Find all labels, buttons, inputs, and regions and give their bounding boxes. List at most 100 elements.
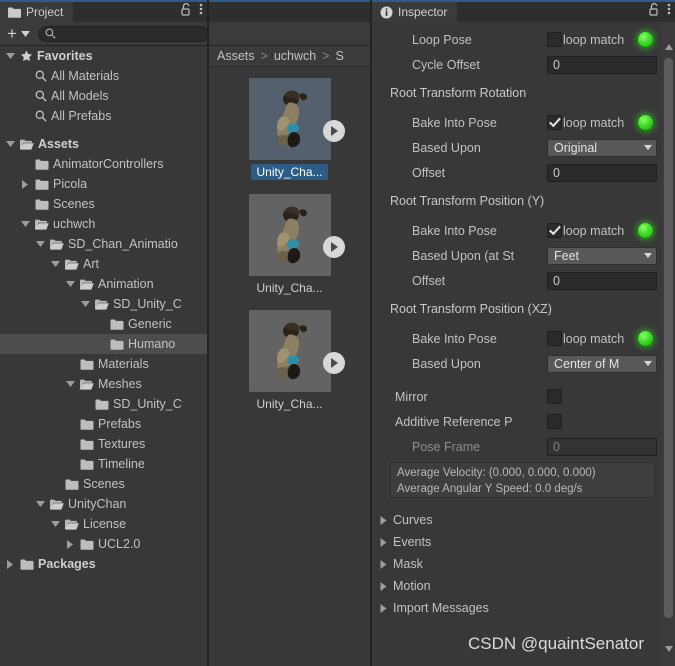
cycle-offset-label: Cycle Offset [412,57,480,72]
tree-item-unitychan[interactable]: UnityChan [0,494,207,514]
field-mirror: Mirror [372,384,675,409]
tree-item-assets[interactable]: Assets [0,134,207,154]
tab-inspector[interactable]: Inspector [372,2,458,22]
tree-item-scenes[interactable]: Scenes [0,474,207,494]
tree-item-favorites[interactable]: Favorites [0,46,207,66]
chevron-down-icon [20,30,30,37]
loop-pose-checkbox[interactable] [547,32,562,47]
asset-item[interactable]: Unity_Cha... [209,78,370,180]
posxz-bake-checkbox[interactable] [547,331,562,346]
asset-item[interactable]: Unity_Cha... [209,310,370,412]
rot-bake-checkbox[interactable] [547,115,562,130]
project-tabstrip: Project [0,0,207,22]
kebab-menu-icon[interactable] [667,2,671,16]
play-icon[interactable] [322,236,345,258]
tree-item-picola[interactable]: Picola [0,174,207,194]
chevron-down-icon[interactable] [19,221,31,227]
pose-frame-input[interactable]: 0 [547,437,657,456]
tree-item-sd-chan-animatio[interactable]: SD_Chan_Animatio [0,234,207,254]
animation-stats-box: Average Velocity: (0.000, 0.000, 0.000) … [390,462,655,498]
tree-item-all-models[interactable]: All Models [0,86,207,106]
foldout-motion[interactable]: Motion [372,575,675,597]
breadcrumb[interactable]: Assets > uchwch > S [209,46,370,67]
play-icon[interactable] [322,120,345,142]
breadcrumb-item[interactable]: uchwch [274,49,316,63]
asset-thumbnail-wrap[interactable] [248,310,345,392]
breadcrumb-item[interactable]: Assets [217,49,255,63]
tree-item-materials[interactable]: Materials [0,354,207,374]
create-asset-dropdown[interactable] [19,25,34,43]
tree-item-all-prefabs[interactable]: All Prefabs [0,106,207,126]
lock-open-icon[interactable] [649,2,660,16]
asset-browser-toolbar-strip [209,22,370,46]
asset-thumbnail[interactable] [248,310,331,392]
tree-item-humano[interactable]: Humano [0,334,207,354]
asset-grid[interactable]: Unity_Cha... Unity_Cha... Unity_Cha... [209,67,370,666]
asset-thumbnail-wrap[interactable] [248,78,345,160]
scroll-up-arrow-icon[interactable] [665,44,673,50]
rot-based-upon-value: Original [554,140,598,155]
foldout-import-messages[interactable]: Import Messages [372,597,675,619]
mirror-checkbox[interactable] [547,389,562,404]
chevron-down-icon[interactable] [64,381,76,387]
tree-item-sd-unity-c[interactable]: SD_Unity_C [0,294,207,314]
tree-item-animation[interactable]: Animation [0,274,207,294]
chevron-down-icon[interactable] [79,301,91,307]
chevron-right-icon[interactable] [64,539,76,549]
posy-based-upon-dropdown[interactable]: Feet [547,246,657,265]
posxz-based-upon-dropdown[interactable]: Center of M [547,354,657,373]
project-tree[interactable]: Favorites All Materials All Models All Pref… [0,46,207,666]
asset-thumbnail-wrap[interactable] [248,194,345,276]
tree-item-prefabs[interactable]: Prefabs [0,414,207,434]
tab-project[interactable]: Project [0,2,74,22]
tree-item-textures[interactable]: Textures [0,434,207,454]
tree-item-meshes[interactable]: Meshes [0,374,207,394]
breadcrumb-item[interactable]: S [336,49,344,63]
create-asset-button[interactable]: + [2,25,19,43]
chevron-down-icon[interactable] [4,53,16,59]
tree-item-scenes[interactable]: Scenes [0,194,207,214]
asset-item[interactable]: Unity_Cha... [209,194,370,296]
chevron-right-icon[interactable] [4,559,16,569]
cycle-offset-input[interactable]: 0 [547,55,657,74]
tree-item-license[interactable]: License [0,514,207,534]
additive-checkbox[interactable] [547,414,562,429]
tree-item-label: Packages [38,557,96,571]
foldout-events[interactable]: Events [372,531,675,553]
tree-item-sd-unity-c[interactable]: SD_Unity_C [0,394,207,414]
tree-item-generic[interactable]: Generic [0,314,207,334]
inspector-scrollbar-thumb[interactable] [664,58,673,618]
foldout-curves[interactable]: Curves [372,509,675,531]
tree-item-ucl2-0[interactable]: UCL2.0 [0,534,207,554]
breadcrumb-separator: > [260,49,268,63]
tree-item-all-materials[interactable]: All Materials [0,66,207,86]
chevron-right-icon[interactable] [19,179,31,189]
asset-thumbnail[interactable] [248,194,331,276]
rot-offset-input[interactable]: 0 [547,163,657,182]
posy-offset-input[interactable]: 0 [547,271,657,290]
kebab-menu-icon[interactable] [199,2,203,16]
chevron-down-icon[interactable] [34,501,46,507]
search-input[interactable] [59,27,202,40]
rot-based-upon-dropdown[interactable]: Original [547,138,657,157]
play-icon[interactable] [322,352,345,374]
project-toolbar: + [0,22,349,46]
scroll-down-arrow-icon[interactable] [665,646,673,652]
chevron-down-icon[interactable] [34,241,46,247]
search-box[interactable] [37,25,209,42]
foldout-label: Events [393,535,432,549]
asset-thumbnail[interactable] [248,78,331,160]
tree-item-timeline[interactable]: Timeline [0,454,207,474]
chevron-down-icon[interactable] [49,521,61,527]
tree-item-art[interactable]: Art [0,254,207,274]
tree-item-packages[interactable]: Packages [0,554,207,574]
chevron-down-icon[interactable] [49,261,61,267]
tree-item-uchwch[interactable]: uchwch [0,214,207,234]
chevron-down-icon[interactable] [64,281,76,287]
lock-open-icon[interactable] [181,2,192,16]
tree-item-animatorcontrollers[interactable]: AnimatorControllers [0,154,207,174]
inspector-scrollbar[interactable] [662,22,675,666]
posy-bake-checkbox[interactable] [547,223,562,238]
foldout-mask[interactable]: Mask [372,553,675,575]
chevron-down-icon[interactable] [4,141,16,147]
